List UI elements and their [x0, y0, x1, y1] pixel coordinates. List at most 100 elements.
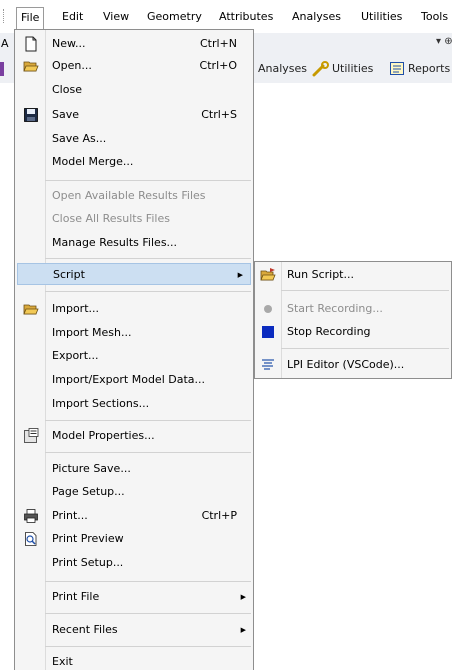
menu-item-exit[interactable]: Exit: [15, 651, 253, 670]
model-properties-icon: [24, 428, 39, 443]
menu-item-label: Print...: [52, 509, 88, 522]
menu-item-label: Print File: [52, 590, 100, 603]
menu-separator: [45, 452, 251, 453]
menu-item-model-properties[interactable]: Model Properties...: [15, 425, 253, 447]
panel-title-fragment: A: [1, 37, 9, 50]
toolbar-analyses-button[interactable]: Analyses: [258, 60, 307, 78]
menu-utilities[interactable]: Utilities: [361, 9, 402, 25]
menu-item-label: Picture Save...: [52, 462, 131, 475]
stop-square-icon: [262, 326, 274, 338]
toolbar-utilities-label: Utilities: [332, 62, 374, 75]
panel-pin-controls[interactable]: ▾ ⊕ ×: [436, 36, 452, 47]
menu-item-label: Recent Files: [52, 623, 118, 636]
menu-item-picture-save[interactable]: Picture Save...: [15, 458, 253, 480]
menu-item-run-script[interactable]: Run Script...: [255, 264, 451, 286]
menu-separator: [45, 291, 251, 292]
menu-item-shortcut: Ctrl+P: [201, 509, 237, 522]
menu-item-label: Open...: [52, 59, 92, 72]
menu-item-open[interactable]: Open... Ctrl+O: [15, 55, 253, 77]
menu-file[interactable]: File: [16, 7, 45, 29]
wrench-icon: [312, 61, 329, 77]
menu-separator: [45, 180, 251, 181]
menu-item-label: Export...: [52, 349, 99, 362]
menu-item-new[interactable]: New... Ctrl+N: [15, 33, 253, 55]
menu-item-import-mesh[interactable]: Import Mesh...: [15, 322, 253, 344]
menu-item-label: Save As...: [52, 132, 107, 145]
menu-separator: [45, 613, 251, 614]
menu-item-label: Run Script...: [287, 268, 354, 281]
menu-item-page-setup[interactable]: Page Setup...: [15, 481, 253, 503]
menu-item-label: Model Merge...: [52, 155, 134, 168]
menubar-grip[interactable]: [3, 9, 5, 23]
menu-item-label: Manage Results Files...: [52, 236, 178, 249]
menu-view[interactable]: View: [103, 9, 129, 25]
menu-item-print-file[interactable]: Print File ▶: [15, 586, 253, 608]
menu-item-start-recording: Start Recording...: [255, 298, 451, 320]
menu-item-import[interactable]: Import...: [15, 298, 253, 320]
menu-item-stop-recording[interactable]: Stop Recording: [255, 321, 451, 343]
menu-item-label: Close All Results Files: [52, 212, 170, 225]
menu-item-label: Model Properties...: [52, 429, 155, 442]
menu-item-label: Import/Export Model Data...: [52, 373, 205, 386]
menu-item-recent-files[interactable]: Recent Files ▶: [15, 619, 253, 641]
menu-item-label: Exit: [52, 655, 73, 668]
menu-item-close-all-results: Close All Results Files: [15, 208, 253, 230]
menu-item-lpi-editor[interactable]: LPI Editor (VSCode)...: [255, 354, 451, 376]
menu-item-shortcut: Ctrl+N: [199, 37, 237, 50]
menu-separator: [45, 258, 251, 259]
menu-separator: [281, 348, 449, 349]
menu-tools[interactable]: Tools: [421, 9, 448, 25]
menu-item-label: Stop Recording: [287, 325, 371, 338]
menu-item-print-setup[interactable]: Print Setup...: [15, 552, 253, 574]
menu-item-close[interactable]: Close: [15, 79, 253, 101]
menu-separator: [45, 581, 251, 582]
menu-analyses[interactable]: Analyses: [292, 9, 341, 25]
menu-attributes[interactable]: Attributes: [219, 9, 273, 25]
menu-item-label: Open Available Results Files: [52, 189, 206, 202]
menu-item-export[interactable]: Export...: [15, 345, 253, 367]
menu-item-label: LPI Editor (VSCode)...: [287, 358, 405, 371]
menu-item-manage-results[interactable]: Manage Results Files...: [15, 232, 253, 254]
submenu-arrow-icon: ▶: [240, 593, 246, 601]
menu-item-label: Start Recording...: [287, 302, 383, 315]
menu-item-label: Close: [52, 83, 82, 96]
menu-separator: [45, 646, 251, 647]
printer-icon: [24, 509, 38, 523]
menu-item-label: Page Setup...: [52, 485, 125, 498]
menu-item-open-available-results: Open Available Results Files: [15, 185, 253, 207]
menu-item-print-preview[interactable]: Print Preview: [15, 528, 253, 550]
open-folder-icon: [23, 61, 39, 72]
toolbar-reports-label: Reports: [408, 62, 451, 75]
toolbar-icon-fragment: [0, 62, 4, 76]
menu-item-print[interactable]: Print... Ctrl+P: [15, 505, 253, 527]
menu-separator: [281, 290, 449, 291]
menu-item-label: Save: [52, 108, 80, 121]
save-disk-icon: [24, 108, 38, 122]
menu-item-import-export-model-data[interactable]: Import/Export Model Data...: [15, 369, 253, 391]
menu-item-label: New...: [52, 37, 86, 50]
menu-item-script[interactable]: Script ▶: [17, 263, 251, 285]
menu-item-label: Script: [53, 268, 85, 281]
menu-separator: [45, 420, 251, 421]
menu-item-save-as[interactable]: Save As...: [15, 128, 253, 150]
menu-item-shortcut: Ctrl+O: [199, 59, 237, 72]
menu-item-model-merge[interactable]: Model Merge...: [15, 151, 253, 173]
import-folder-icon: [23, 304, 39, 315]
run-script-folder-icon: [260, 268, 276, 281]
menu-item-label: Import...: [52, 302, 99, 315]
script-submenu: Run Script... Start Recording... Stop Re…: [254, 261, 452, 379]
print-preview-icon: [25, 532, 37, 546]
editor-lines-icon: [262, 359, 274, 370]
menu-item-label: Import Sections...: [52, 397, 150, 410]
menu-edit[interactable]: Edit: [62, 9, 83, 25]
menu-item-label: Print Preview: [52, 532, 124, 545]
menu-item-save[interactable]: Save Ctrl+S: [15, 104, 253, 126]
record-dot-icon: [264, 305, 272, 313]
submenu-arrow-icon: ▶: [237, 271, 243, 279]
menu-item-import-sections[interactable]: Import Sections...: [15, 393, 253, 415]
report-icon: [390, 62, 404, 75]
menu-item-label: Import Mesh...: [52, 326, 132, 339]
file-menu: New... Ctrl+N Open... Ctrl+O Close Save …: [14, 29, 254, 670]
menu-geometry[interactable]: Geometry: [147, 9, 202, 25]
menu-item-label: Print Setup...: [52, 556, 124, 569]
